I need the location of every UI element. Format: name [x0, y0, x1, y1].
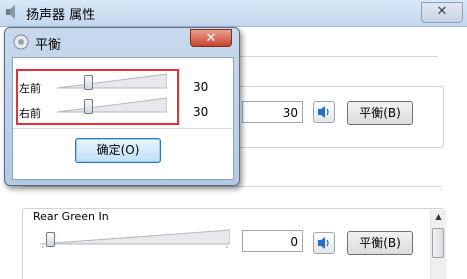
close-button[interactable]: ✕ [421, 2, 463, 23]
channel-value-left-front: 30 [193, 80, 209, 94]
balance-slider-thumb[interactable] [84, 75, 93, 90]
dialog-divider [13, 128, 233, 129]
channel-name-label: Rear Green In [33, 210, 109, 223]
channel-value-right-front: 30 [193, 105, 209, 119]
balance-slider-thumb[interactable] [84, 99, 93, 114]
balance-dialog: 平衡 ✕ 左前 30 右前 30 确定(O) [4, 27, 240, 186]
balance-button[interactable]: 平衡(B) [347, 101, 413, 125]
balance-slider-track[interactable] [57, 72, 167, 92]
channel-label-right-front: 右前 [19, 107, 41, 120]
mute-button[interactable] [313, 232, 335, 254]
main-title-bar: 扬声器 属性 ✕ [0, 0, 467, 27]
speaker-icon [13, 34, 29, 50]
ok-button[interactable]: 确定(O) [75, 138, 161, 163]
volume-slider-thumb[interactable] [46, 232, 55, 247]
channel-value-field[interactable]: 30 [242, 101, 303, 123]
balance-button[interactable]: 平衡(B) [347, 231, 413, 255]
mute-button[interactable] [313, 101, 335, 123]
channel-value-field[interactable]: 0 [242, 230, 303, 252]
mute-speaker-icon [318, 106, 329, 118]
close-icon: ✕ [205, 31, 217, 46]
dialog-client-area: 左前 30 右前 30 确定(O) [12, 57, 234, 180]
mute-speaker-icon [318, 237, 329, 249]
dialog-close-button[interactable]: ✕ [190, 29, 232, 47]
volume-slider-track[interactable] [40, 228, 230, 248]
tab-separator [238, 56, 438, 57]
vertical-scrollbar[interactable]: ▲ [430, 210, 446, 279]
channel-label-left-front: 左前 [19, 82, 41, 95]
close-icon: ✕ [436, 4, 448, 19]
balance-slider-track[interactable] [57, 96, 167, 116]
dialog-title: 平衡 [35, 38, 62, 53]
window-title: 扬声器 属性 [26, 8, 96, 23]
section-divider [22, 186, 442, 187]
speaker-icon [6, 5, 15, 19]
scrollbar-thumb[interactable] [432, 228, 444, 258]
scroll-up-arrow-icon[interactable]: ▲ [431, 210, 446, 224]
